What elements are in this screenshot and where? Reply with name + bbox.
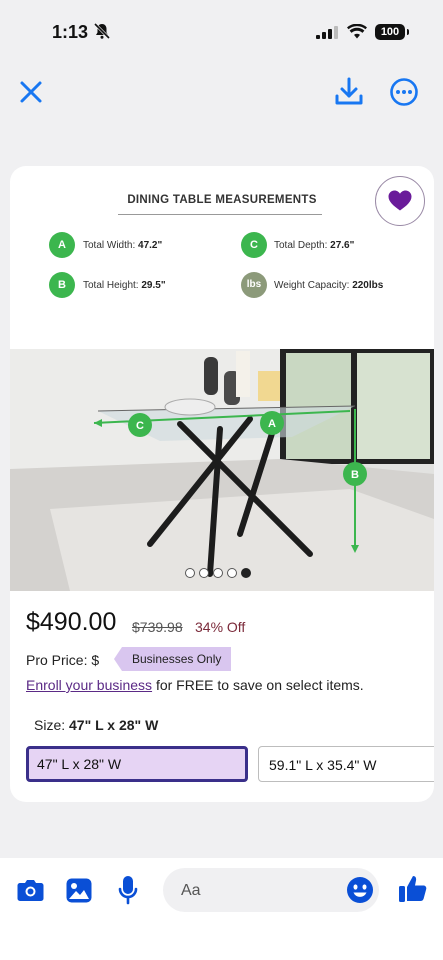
size-selector-label: Size: 47" L x 28" W — [34, 717, 159, 733]
original-price: $739.98 — [132, 619, 183, 635]
more-options-icon[interactable] — [389, 77, 419, 107]
close-icon[interactable] — [16, 77, 46, 107]
status-bar: 1:13 100 — [0, 0, 443, 64]
measurement-capacity: Weight Capacity: 220lbs — [274, 280, 384, 291]
dining-table-illustration: C A B — [10, 349, 434, 591]
silent-bell-icon — [93, 22, 111, 40]
carousel-dot-active[interactable] — [241, 568, 251, 578]
microphone-icon[interactable] — [118, 875, 138, 905]
carousel-dot[interactable] — [185, 568, 195, 578]
title-underline — [118, 214, 322, 215]
carousel-dot[interactable] — [199, 568, 209, 578]
gallery-icon[interactable] — [66, 878, 92, 903]
thumbs-up-icon[interactable] — [398, 874, 428, 904]
businesses-only-tag: Businesses Only — [114, 647, 232, 671]
measurement-width: Total Width: 47.2" — [83, 240, 163, 251]
wifi-icon — [347, 24, 367, 39]
badge-b: B — [49, 272, 75, 298]
photo-label-b: B — [351, 469, 359, 481]
size-option-selected[interactable]: 47" L x 28" W — [26, 746, 248, 782]
carousel-dot[interactable] — [213, 568, 223, 578]
heart-icon — [388, 190, 412, 211]
measurements-title: DINING TABLE MEASUREMENTS — [127, 194, 317, 206]
product-photo[interactable]: C A B — [10, 349, 434, 591]
badge-c: C — [241, 232, 267, 258]
enroll-business-link[interactable]: Enroll your business — [26, 677, 152, 693]
message-input[interactable] — [179, 868, 333, 914]
badge-lbs: lbs — [241, 272, 267, 298]
product-card[interactable]: DINING TABLE MEASUREMENTS A Total Width:… — [10, 166, 434, 802]
emoji-icon[interactable] — [346, 876, 374, 904]
pro-price-label: Pro Price: $ — [26, 652, 100, 668]
badge-a: A — [49, 232, 75, 258]
measurement-depth: Total Depth: 27.6" — [274, 240, 355, 251]
carousel-dots[interactable] — [185, 565, 255, 578]
status-time: 1:13 — [52, 22, 89, 42]
selected-size: 47" L x 28" W — [69, 717, 159, 733]
battery-indicator: 100 — [375, 24, 409, 40]
sale-price: $490.00 — [26, 608, 117, 636]
carousel-dot[interactable] — [227, 568, 237, 578]
viewer-top-bar — [0, 64, 443, 124]
enroll-text: for FREE to save on select items. — [152, 677, 364, 693]
signal-icon — [316, 26, 338, 39]
discount-label: 34% Off — [195, 619, 246, 635]
message-composer[interactable] — [163, 868, 379, 914]
photo-label-c: C — [136, 420, 144, 432]
photo-label-a: A — [268, 418, 276, 430]
composer-bar — [0, 858, 443, 960]
camera-icon[interactable] — [17, 879, 44, 902]
download-icon[interactable] — [334, 76, 364, 108]
measurement-height: Total Height: 29.5" — [83, 280, 166, 291]
size-option[interactable]: 59.1" L x 35.4" W — [258, 746, 434, 782]
enroll-line: Enroll your business for FREE to save on… — [26, 677, 364, 693]
favorite-button[interactable] — [375, 176, 425, 226]
